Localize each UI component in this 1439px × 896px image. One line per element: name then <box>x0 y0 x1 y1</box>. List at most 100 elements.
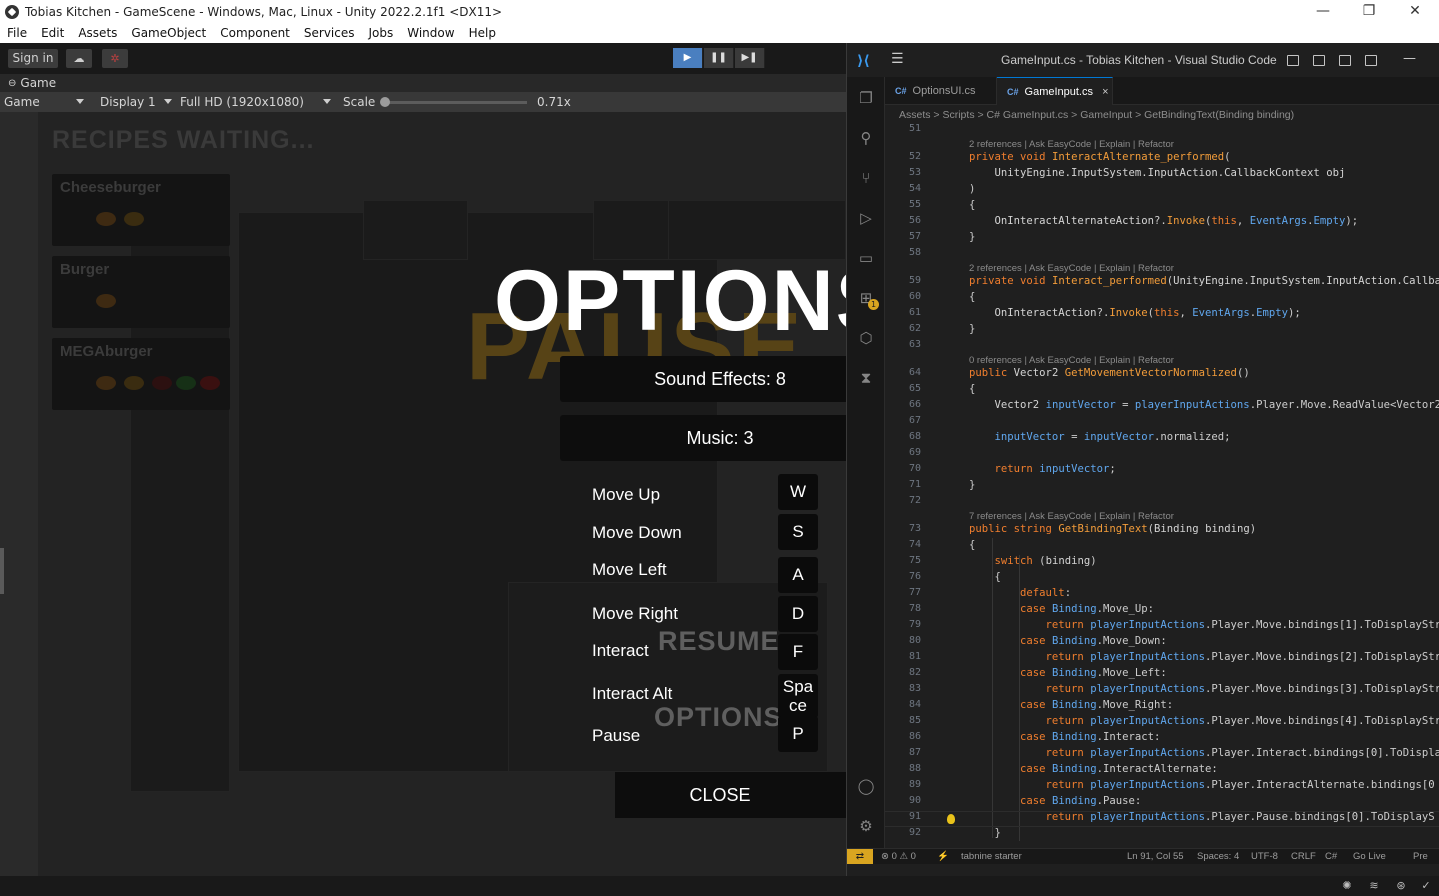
go-live-button[interactable]: Go Live <box>1353 851 1386 862</box>
code-lens-text[interactable]: 2 references | Ask EasyCode | Explain | … <box>969 263 1174 274</box>
code-line: 51 <box>885 123 1439 139</box>
close-tab-icon[interactable]: × <box>1102 86 1108 98</box>
line-number: 53 <box>908 167 921 178</box>
viewport-margin <box>0 112 38 876</box>
end-of-line[interactable]: CRLF <box>1291 851 1316 862</box>
recipe-name: Burger <box>60 261 110 278</box>
menu-hamburger-icon[interactable]: ☰ <box>891 51 904 67</box>
toggle-primary-sidebar-icon[interactable] <box>1287 55 1299 66</box>
encoding[interactable]: UTF-8 <box>1251 851 1278 862</box>
cursor-position[interactable]: Ln 91, Col 55 <box>1127 851 1184 862</box>
globe-icon[interactable]: ⊛ <box>1394 879 1408 893</box>
lightbulb-icon[interactable] <box>947 814 955 824</box>
sign-in-button[interactable]: Sign in <box>8 49 58 68</box>
line-number: 65 <box>908 383 921 394</box>
codeium-icon[interactable]: ⬡ <box>857 329 875 347</box>
code-text: return inputVector; <box>994 463 1116 475</box>
menu-help[interactable]: Help <box>469 26 496 40</box>
language-mode[interactable]: C# <box>1325 851 1337 862</box>
binding-key-move-down[interactable]: S <box>778 514 818 550</box>
music-button[interactable]: Music: 3 <box>560 415 846 461</box>
menu-jobs[interactable]: Jobs <box>369 26 394 40</box>
collab-icon[interactable]: ✲ <box>102 49 128 68</box>
breadcrumb[interactable]: Assets > Scripts > C# GameInput.cs > Gam… <box>899 109 1294 121</box>
binding-key-interact-alt[interactable]: Spa ce <box>778 674 818 718</box>
bug-icon[interactable]: ✺ <box>1340 879 1354 893</box>
tabnine-status[interactable]: tabnine starter <box>961 851 1022 862</box>
line-number: 70 <box>908 463 921 474</box>
menu-file[interactable]: File <box>7 26 27 40</box>
settings-gear-icon[interactable]: ⚙ <box>857 817 875 835</box>
source-control-icon[interactable]: ⑂ <box>857 169 875 187</box>
code-line: 57} <box>885 231 1439 247</box>
unity-window-title: Tobias Kitchen - GameScene - Windows, Ma… <box>25 4 503 19</box>
code-lens-text[interactable]: 2 references | Ask EasyCode | Explain | … <box>969 139 1174 150</box>
resolution-dropdown[interactable]: Full HD (1920x1080) <box>180 92 304 112</box>
display-dropdown[interactable]: Display 1 <box>100 92 156 112</box>
binding-key-interact[interactable]: F <box>778 634 818 670</box>
tab-optionsui[interactable]: C# OptionsUI.cs <box>885 77 997 105</box>
layers-icon[interactable]: ≋ <box>1367 879 1381 893</box>
toggle-secondary-sidebar-icon[interactable] <box>1339 55 1351 66</box>
binding-key-pause[interactable]: P <box>778 716 818 752</box>
account-icon[interactable]: ◯ <box>857 777 875 795</box>
view-mode-dropdown[interactable]: Game <box>4 92 40 112</box>
code-lens[interactable]: 2 references | Ask EasyCode | Explain | … <box>885 263 1439 275</box>
minimize-icon[interactable]: — <box>1403 51 1416 66</box>
customize-layout-icon[interactable] <box>1365 55 1377 66</box>
cloud-icon[interactable]: ☁ <box>66 49 92 68</box>
problems-count[interactable]: ⊗ 0 ⚠ 0 <box>881 851 916 862</box>
menu-services[interactable]: Services <box>304 26 355 40</box>
indentation[interactable]: Spaces: 4 <box>1197 851 1239 862</box>
recipe-card: MEGAburger <box>52 338 230 410</box>
menu-edit[interactable]: Edit <box>41 26 64 40</box>
menu-assets[interactable]: Assets <box>78 26 117 40</box>
menu-component[interactable]: Component <box>220 26 290 40</box>
step-icon: ▶❚ <box>741 52 758 63</box>
game-tab[interactable]: ⊖ Game <box>0 74 846 92</box>
binding-key-move-up[interactable]: W <box>778 474 818 510</box>
remote-indicator-icon[interactable]: ⇄ <box>847 849 873 865</box>
run-debug-icon[interactable]: ▷ <box>857 209 875 227</box>
tab-gameinput[interactable]: C# GameInput.cs × <box>997 77 1113 105</box>
pause-button[interactable]: ❚❚ <box>704 48 734 68</box>
game-viewport[interactable]: RECIPES WAITING... Cheeseburger Burger M… <box>0 112 846 876</box>
prettier-status[interactable]: Pre <box>1413 851 1428 862</box>
binding-key-move-right[interactable]: D <box>778 596 818 632</box>
step-button[interactable]: ▶❚ <box>735 48 765 68</box>
unity-toolbar: Sign in ☁ ✲ ▶ ❚❚ ▶❚ <box>0 43 846 74</box>
testing-icon[interactable]: ⧗ <box>857 369 875 387</box>
vscode-title-bar: ⟩⟨ ☰ GameInput.cs - Tobias Kitchen - Vis… <box>847 43 1439 77</box>
line-number: 80 <box>908 635 921 646</box>
close-window-button[interactable]: ✕ <box>1392 0 1438 23</box>
scale-slider-handle[interactable] <box>380 97 390 107</box>
code-lens[interactable]: 0 references | Ask EasyCode | Explain | … <box>885 355 1439 367</box>
bun-icon <box>96 212 116 226</box>
code-line: 81 return playerInputActions.Player.Move… <box>885 651 1439 667</box>
search-icon[interactable]: ⚲ <box>857 129 875 147</box>
sound-effects-button[interactable]: Sound Effects: 8 <box>560 356 846 402</box>
ports-indicator[interactable]: ⚡ <box>937 851 949 862</box>
code-lens-text[interactable]: 7 references | Ask EasyCode | Explain | … <box>969 511 1174 522</box>
maximize-button[interactable]: ❐ <box>1346 0 1392 23</box>
play-button[interactable]: ▶ <box>673 48 703 68</box>
remote-explorer-icon[interactable]: ▭ <box>857 249 875 267</box>
minimize-button[interactable]: — <box>1300 0 1346 23</box>
code-lens[interactable]: 2 references | Ask EasyCode | Explain | … <box>885 139 1439 151</box>
viewport-resize-handle <box>0 548 4 594</box>
line-number: 82 <box>908 667 921 678</box>
menu-gameobject[interactable]: GameObject <box>131 26 206 40</box>
code-text: return playerInputActions.Player.Interac… <box>1045 779 1435 791</box>
code-editor[interactable]: 51 2 references | Ask EasyCode | Explain … <box>885 123 1439 848</box>
binding-key-move-left[interactable]: A <box>778 557 818 593</box>
toggle-panel-icon[interactable] <box>1313 55 1325 66</box>
close-options-button[interactable]: CLOSE <box>615 772 846 818</box>
code-line: 68 inputVector = inputVector.normalized; <box>885 431 1439 447</box>
explorer-icon[interactable]: ❐ <box>857 89 875 107</box>
check-icon[interactable]: ✓ <box>1419 879 1433 893</box>
line-number: 71 <box>908 479 921 490</box>
menu-window[interactable]: Window <box>407 26 454 40</box>
code-lens-text[interactable]: 0 references | Ask EasyCode | Explain | … <box>969 355 1174 366</box>
scale-slider-track[interactable] <box>385 101 527 104</box>
code-lens[interactable]: 7 references | Ask EasyCode | Explain | … <box>885 511 1439 523</box>
